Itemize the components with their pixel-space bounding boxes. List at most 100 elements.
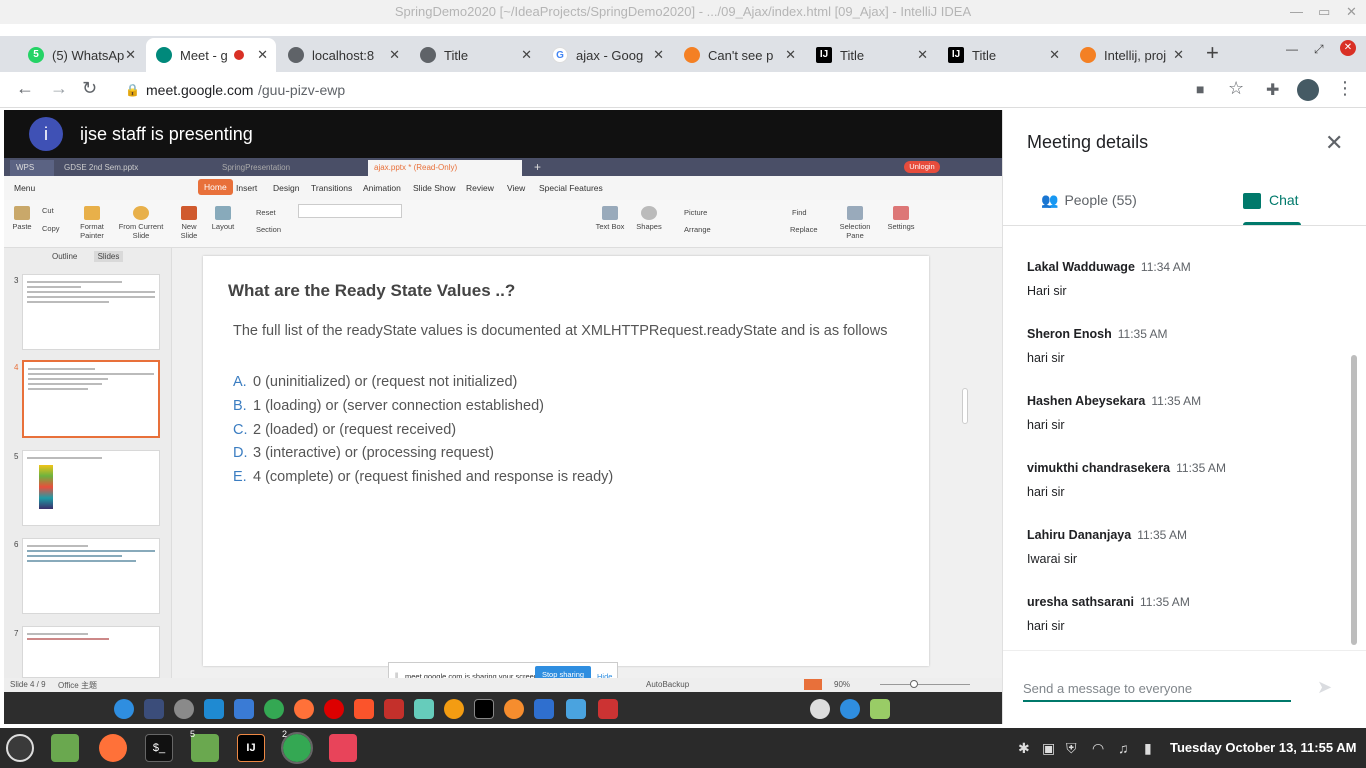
tab-stackoverflow-1[interactable]: Can't see p ✕ bbox=[674, 38, 804, 72]
dock-app-icon[interactable] bbox=[810, 699, 830, 719]
dock-app-icon[interactable] bbox=[234, 699, 254, 719]
tab-close-icon[interactable]: ✕ bbox=[653, 47, 664, 63]
new-tab-button[interactable]: + bbox=[1206, 40, 1219, 66]
slides-tab[interactable]: Slides bbox=[93, 251, 124, 262]
wps-tab-active[interactable]: ajax.pptx * (Read-Only) bbox=[368, 160, 522, 176]
back-icon[interactable]: ← bbox=[16, 78, 34, 99]
slide-thumb-6[interactable] bbox=[22, 538, 160, 614]
maximize-icon[interactable]: ⤢ bbox=[1314, 42, 1324, 57]
postman-icon[interactable] bbox=[504, 699, 524, 719]
shield-icon[interactable]: ⛨ bbox=[1066, 740, 1077, 757]
url-field[interactable]: 🔒 meet.google.com /guu-pizv-ewp bbox=[115, 76, 1255, 104]
tab-slideshow[interactable]: Slide Show bbox=[413, 183, 456, 193]
tab-whatsapp[interactable]: 5 (5) WhatsAp ✕ bbox=[18, 38, 144, 72]
reload-icon[interactable]: ↻ bbox=[82, 78, 97, 99]
selection-pane-button[interactable]: Selection Pane bbox=[838, 206, 872, 240]
terminal-icon[interactable]: $_ bbox=[145, 734, 173, 762]
tab-people[interactable]: 👥 People (55) bbox=[1041, 192, 1137, 209]
tab-close-icon[interactable]: ✕ bbox=[1173, 47, 1184, 63]
shapes-button[interactable]: Shapes bbox=[634, 206, 664, 231]
slide-scrollbar[interactable] bbox=[962, 388, 968, 424]
tab-special-features[interactable]: Special Features bbox=[539, 183, 603, 193]
tab-insert[interactable]: Insert bbox=[236, 183, 257, 193]
minimize-icon[interactable]: — bbox=[1290, 0, 1303, 24]
tab-animation[interactable]: Animation bbox=[363, 183, 401, 193]
tab-review[interactable]: Review bbox=[466, 183, 494, 193]
tab-localhost[interactable]: localhost:8 ✕ bbox=[278, 38, 408, 72]
wps-tab[interactable]: WPS bbox=[10, 160, 54, 176]
slide-thumb-3[interactable] bbox=[22, 274, 160, 350]
terminal-icon[interactable] bbox=[598, 699, 618, 719]
wps-tab[interactable]: GDSE 2nd Sem.pptx bbox=[58, 160, 210, 176]
arrange-button[interactable]: Arrange bbox=[684, 225, 711, 234]
dock-app-icon[interactable] bbox=[444, 699, 464, 719]
unlogin-button[interactable]: Unlogin bbox=[904, 161, 940, 173]
slide-thumb-4[interactable] bbox=[22, 360, 160, 438]
image-viewer-icon[interactable] bbox=[329, 734, 357, 762]
copy-button[interactable]: Copy bbox=[42, 224, 60, 233]
send-icon[interactable]: ➤ bbox=[1317, 677, 1332, 698]
minimize-icon[interactable]: — bbox=[1286, 42, 1298, 56]
wifi-icon[interactable]: ◠ bbox=[1092, 740, 1104, 757]
clock[interactable]: Tuesday October 13, 11:55 AM bbox=[1170, 740, 1356, 755]
tab-close-icon[interactable]: ✕ bbox=[125, 47, 136, 63]
paste-button[interactable]: Paste bbox=[10, 206, 34, 231]
section-button[interactable]: Section bbox=[256, 225, 281, 234]
sound-icon[interactable]: ♫ bbox=[1118, 740, 1129, 756]
tab-meet[interactable]: Meet - g ✕ bbox=[146, 38, 276, 72]
dock-app-icon[interactable] bbox=[414, 699, 434, 719]
tab-close-icon[interactable]: ✕ bbox=[917, 47, 928, 63]
close-window-icon[interactable]: ✕ bbox=[1340, 40, 1356, 56]
tab-google-search[interactable]: G ajax - Goog ✕ bbox=[542, 38, 672, 72]
tab-view[interactable]: View bbox=[507, 183, 525, 193]
layout-button[interactable]: Layout bbox=[208, 206, 238, 231]
tab-chat[interactable]: Chat bbox=[1243, 192, 1299, 210]
slide-thumb-7[interactable] bbox=[22, 626, 160, 678]
chrome-icon[interactable] bbox=[281, 732, 313, 764]
chrome-icon[interactable] bbox=[264, 699, 284, 719]
brave-icon[interactable] bbox=[354, 699, 374, 719]
files-icon[interactable] bbox=[51, 734, 79, 762]
tab-title-1[interactable]: Title ✕ bbox=[410, 38, 540, 72]
format-painter-button[interactable]: Format Painter bbox=[76, 206, 108, 240]
tab-transitions[interactable]: Transitions bbox=[311, 183, 352, 193]
dock-app-icon[interactable] bbox=[114, 699, 134, 719]
intellij-icon[interactable] bbox=[474, 699, 494, 719]
menu-button[interactable]: Menu bbox=[14, 183, 35, 193]
trash-icon[interactable] bbox=[870, 699, 890, 719]
firefox-icon[interactable] bbox=[99, 734, 127, 762]
replace-button[interactable]: Replace bbox=[790, 225, 818, 234]
chat-message-input[interactable]: Send a message to everyone bbox=[1023, 678, 1291, 702]
extensions-icon[interactable]: ✚ bbox=[1266, 80, 1279, 100]
wps-new-tab-icon[interactable]: + bbox=[534, 160, 541, 174]
tab-close-icon[interactable]: ✕ bbox=[521, 47, 532, 63]
dock-app-icon[interactable] bbox=[174, 699, 194, 719]
dock-app-icon[interactable] bbox=[534, 699, 554, 719]
restore-icon[interactable]: ▭ bbox=[1318, 0, 1330, 24]
tab-close-icon[interactable]: ✕ bbox=[389, 47, 400, 63]
tab-design[interactable]: Design bbox=[273, 183, 299, 193]
bluetooth-icon[interactable]: ✱ bbox=[1018, 740, 1030, 757]
tab-stackoverflow-2[interactable]: Intellij, proj ✕ bbox=[1070, 38, 1192, 72]
forward-icon[interactable]: → bbox=[50, 78, 68, 99]
power-icon[interactable] bbox=[840, 699, 860, 719]
dock-app-icon[interactable] bbox=[566, 699, 586, 719]
new-slide-button[interactable]: New Slide bbox=[174, 206, 204, 240]
bookmark-star-icon[interactable]: ☆ bbox=[1228, 78, 1244, 99]
reset-button[interactable]: Reset bbox=[256, 208, 276, 217]
tab-title-3[interactable]: IJ Title ✕ bbox=[938, 38, 1068, 72]
picture-button[interactable]: Picture bbox=[684, 208, 707, 217]
wps-tab[interactable]: SpringPresentation bbox=[216, 160, 366, 176]
tab-title-2[interactable]: IJ Title ✕ bbox=[806, 38, 936, 72]
opera-icon[interactable] bbox=[324, 699, 344, 719]
more-menu-icon[interactable]: ⋮ bbox=[1336, 78, 1354, 99]
firefox-icon[interactable] bbox=[294, 699, 314, 719]
vivaldi-icon[interactable] bbox=[384, 699, 404, 719]
close-panel-icon[interactable]: ✕ bbox=[1325, 130, 1343, 156]
outline-tab[interactable]: Outline bbox=[52, 252, 77, 261]
profile-avatar[interactable] bbox=[1297, 79, 1319, 101]
tab-close-icon[interactable]: ✕ bbox=[1049, 47, 1060, 63]
intellij-icon[interactable]: IJ bbox=[237, 734, 265, 762]
font-family-select[interactable] bbox=[298, 204, 402, 218]
autobackup-button[interactable]: AutoBackup bbox=[646, 680, 689, 689]
